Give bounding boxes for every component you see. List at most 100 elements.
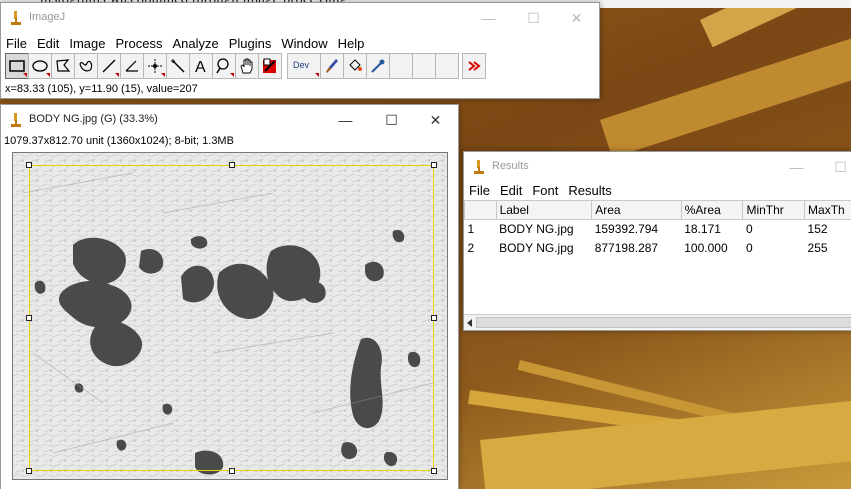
imagej-status-line: x=83.33 (105), y=11.90 (15), value=207: [5, 83, 198, 95]
minimize-button[interactable]: —: [323, 105, 368, 135]
column-header-index[interactable]: [464, 200, 497, 220]
empty-tool-slot-2[interactable]: [412, 53, 436, 79]
table-row[interactable]: 1 BODY NG.jpg 159392.794 18.171 0 152: [465, 220, 851, 239]
freehand-tool[interactable]: [74, 53, 98, 79]
eyedropper-icon: [371, 59, 385, 73]
imagej-main-window: ImageJ — ☐ ✕ File Edit Image Process Ana…: [0, 2, 600, 99]
rectangle-tool[interactable]: [5, 53, 29, 79]
close-button[interactable]: ✕: [413, 105, 458, 135]
brush-icon: [326, 59, 338, 73]
freehand-icon: [79, 60, 93, 72]
flood-fill-tool[interactable]: [343, 53, 367, 79]
menu-image[interactable]: Image: [64, 36, 110, 51]
scrollbar-thumb[interactable]: [476, 317, 851, 328]
more-tools-button[interactable]: [462, 53, 486, 79]
menu-results[interactable]: Results: [563, 183, 616, 198]
color-picker-tool[interactable]: [258, 53, 282, 79]
menu-analyze[interactable]: Analyze: [167, 36, 223, 51]
results-window: Results — ☐ File Edit Font Results Label…: [463, 151, 851, 331]
cell-minthr: 0: [745, 222, 753, 237]
wand-icon: [171, 59, 185, 73]
imagej-microscope-icon: [474, 160, 484, 174]
menu-window[interactable]: Window: [276, 36, 332, 51]
cell-minthr: 0: [745, 241, 753, 255]
dropper-tool[interactable]: [366, 53, 390, 79]
cell-percent-area: 100.000: [684, 241, 728, 255]
magnifier-tool[interactable]: [212, 53, 236, 79]
line-tool[interactable]: [97, 53, 121, 79]
svg-text:Dev: Dev: [293, 60, 310, 70]
cell-maxthr: 255: [807, 241, 828, 255]
results-table[interactable]: Label Area %Area MinThr MaxTh 1 BODY NG.…: [464, 200, 851, 258]
menu-font[interactable]: Font: [527, 183, 563, 198]
menu-file[interactable]: File: [1, 36, 32, 51]
maximize-button[interactable]: ☐: [818, 152, 851, 182]
column-header-maxthr[interactable]: MaxTh: [804, 200, 851, 220]
menu-edit[interactable]: Edit: [495, 183, 527, 198]
menu-help[interactable]: Help: [333, 36, 370, 51]
wand-tool[interactable]: [166, 53, 190, 79]
roi-handle[interactable]: [431, 468, 437, 474]
image-info-line: 1079.37x812.70 unit (1360x1024); 8-bit; …: [4, 135, 234, 147]
maximize-button[interactable]: ☐: [511, 3, 556, 33]
cell-maxthr: 152: [807, 222, 828, 237]
double-chevron-right-icon: [468, 61, 481, 71]
polygon-icon: [56, 59, 71, 72]
empty-tool-slot-1[interactable]: [389, 53, 413, 79]
text-tool[interactable]: A: [189, 53, 213, 79]
menu-process[interactable]: Process: [111, 36, 168, 51]
menu-edit[interactable]: Edit: [32, 36, 64, 51]
text-tool-icon: A: [195, 59, 206, 75]
image-canvas[interactable]: [12, 152, 448, 480]
image-window-titlebar[interactable]: BODY NG.jpg (G) (33.3%) — ☐ ✕: [1, 105, 458, 135]
color-picker-icon: [263, 58, 276, 73]
row-index: 2: [467, 241, 475, 255]
hand-tool[interactable]: [235, 53, 259, 79]
roi-handle[interactable]: [229, 162, 235, 168]
roi-handle[interactable]: [431, 162, 437, 168]
imagej-toolbar: A Dev: [5, 53, 486, 79]
results-menubar: File Edit Font Results: [464, 181, 851, 200]
bucket-icon: [349, 59, 362, 71]
image-window-title: BODY NG.jpg (G) (33.3%): [29, 113, 158, 125]
row-index: 1: [467, 222, 475, 237]
horizontal-scrollbar[interactable]: [464, 314, 851, 330]
cell-area: 877198.287: [594, 241, 659, 255]
imagej-microscope-icon: [11, 113, 21, 127]
imagej-title: ImageJ: [29, 11, 66, 23]
rectangle-roi[interactable]: [29, 165, 434, 471]
angle-icon: [125, 60, 138, 72]
polygon-tool[interactable]: [51, 53, 75, 79]
minimize-button[interactable]: —: [466, 3, 511, 33]
point-tool[interactable]: [143, 53, 167, 79]
minimize-button[interactable]: —: [774, 152, 819, 182]
column-header-percent-area[interactable]: %Area: [680, 200, 744, 220]
imagej-titlebar[interactable]: ImageJ — ☐ ✕: [1, 3, 599, 33]
dev-icon: Dev: [293, 60, 310, 70]
scroll-left-arrow-icon[interactable]: [466, 318, 474, 328]
close-button[interactable]: ✕: [554, 3, 599, 33]
table-header-row: Label Area %Area MinThr MaxTh: [464, 200, 851, 220]
column-header-label[interactable]: Label: [495, 200, 593, 220]
oval-tool[interactable]: [28, 53, 52, 79]
column-header-minthr[interactable]: MinThr: [742, 200, 806, 220]
brush-tool[interactable]: [320, 53, 344, 79]
column-header-area[interactable]: Area: [591, 200, 682, 220]
maximize-button[interactable]: ☐: [369, 105, 414, 135]
results-titlebar[interactable]: Results — ☐: [464, 152, 851, 182]
roi-handle[interactable]: [26, 468, 32, 474]
menu-plugins[interactable]: Plugins: [224, 36, 277, 51]
roi-handle[interactable]: [431, 315, 437, 321]
empty-tool-slot-3[interactable]: [435, 53, 459, 79]
hand-icon: [240, 58, 253, 74]
roi-handle[interactable]: [26, 162, 32, 168]
roi-handle[interactable]: [26, 315, 32, 321]
dev-stack-tool[interactable]: Dev: [287, 53, 321, 79]
svg-text:A: A: [195, 59, 206, 75]
cell-label: BODY NG.jpg: [499, 222, 574, 237]
table-row[interactable]: 2 BODY NG.jpg 877198.287 100.000 0 255: [465, 239, 851, 258]
angle-tool[interactable]: [120, 53, 144, 79]
roi-handle[interactable]: [229, 468, 235, 474]
results-title: Results: [492, 160, 529, 172]
menu-file[interactable]: File: [464, 183, 495, 198]
